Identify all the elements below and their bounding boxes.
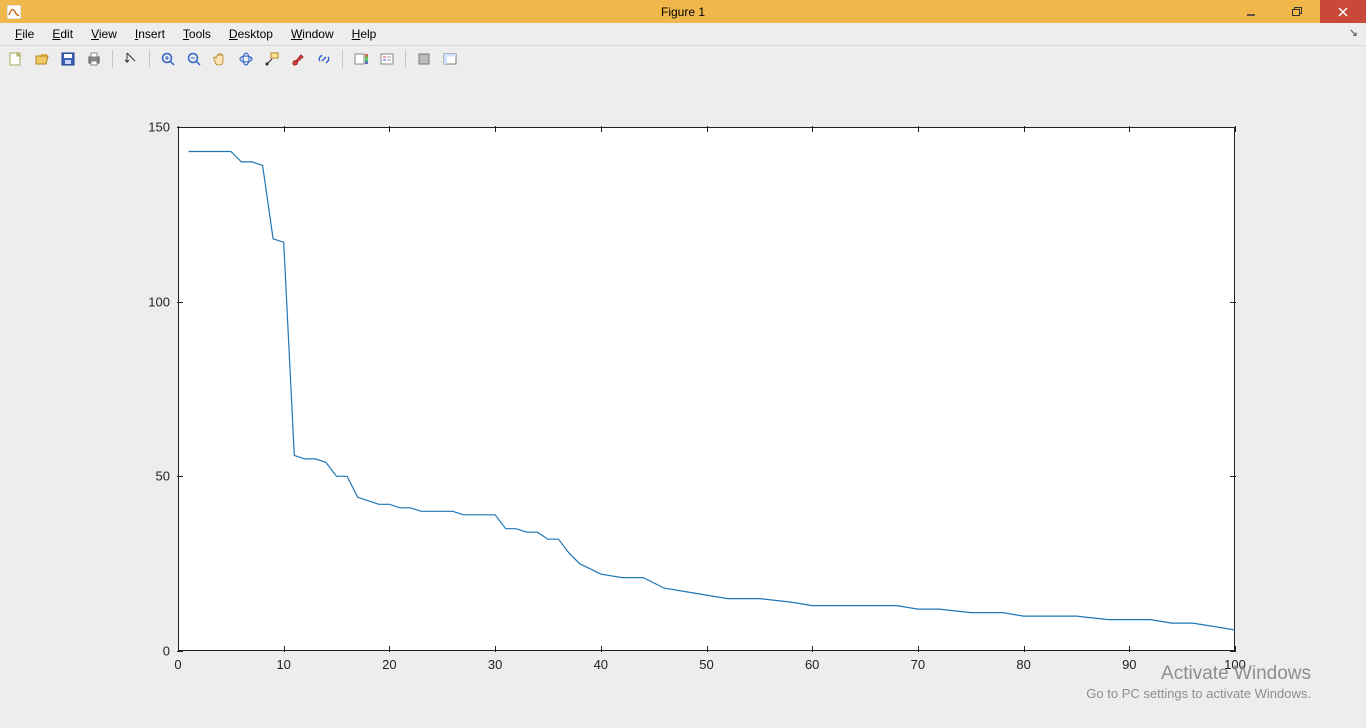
zoom-in-button[interactable] (156, 47, 180, 71)
x-tick-label: 50 (699, 657, 713, 672)
axes[interactable]: 0501001500102030405060708090100 (178, 127, 1235, 651)
menu-edit[interactable]: Edit (43, 25, 82, 43)
print-button[interactable] (82, 47, 106, 71)
x-tick-label: 20 (382, 657, 396, 672)
edit-plot-button[interactable] (119, 47, 143, 71)
x-tick-label: 10 (276, 657, 290, 672)
maximize-restore-button[interactable] (1274, 0, 1320, 23)
menu-insert[interactable]: Insert (126, 25, 174, 43)
dock-chevron-icon[interactable]: ↘ (1349, 26, 1358, 39)
x-tick-label: 80 (1016, 657, 1030, 672)
x-tick-label: 90 (1122, 657, 1136, 672)
window-controls (1228, 0, 1366, 23)
minimize-button[interactable] (1228, 0, 1274, 23)
new-figure-button[interactable] (4, 47, 28, 71)
hide-plot-tools-button[interactable] (412, 47, 436, 71)
y-tick-label: 150 (148, 120, 170, 135)
figure-canvas: 0501001500102030405060708090100 Activate… (0, 71, 1366, 728)
menu-file-label-rest: ile (22, 27, 34, 41)
line-series (178, 127, 1235, 651)
y-tick-label: 100 (148, 294, 170, 309)
toolbar-separator (149, 50, 150, 68)
x-tick-label: 70 (911, 657, 925, 672)
y-tick-label: 0 (163, 644, 170, 659)
x-tick-label: 100 (1224, 657, 1246, 672)
x-tick-label: 30 (488, 657, 502, 672)
zoom-out-button[interactable] (182, 47, 206, 71)
x-tick-label: 60 (805, 657, 819, 672)
menu-tools[interactable]: Tools (174, 25, 220, 43)
figure-toolbar (0, 46, 1366, 73)
toolbar-separator (112, 50, 113, 68)
x-tick-label: 40 (594, 657, 608, 672)
pan-button[interactable] (208, 47, 232, 71)
save-button[interactable] (56, 47, 80, 71)
menu-window[interactable]: Window (282, 25, 343, 43)
x-tick-label: 0 (174, 657, 181, 672)
menu-bar: File Edit View Insert Tools Desktop Wind… (0, 23, 1366, 46)
y-tick-label: 50 (156, 469, 170, 484)
open-button[interactable] (30, 47, 54, 71)
menu-file[interactable]: File (6, 25, 43, 43)
windows-activation-watermark: Activate Windows Go to PC settings to ac… (1086, 662, 1311, 702)
brush-button[interactable] (286, 47, 310, 71)
rotate-3d-button[interactable] (234, 47, 258, 71)
link-plots-button[interactable] (312, 47, 336, 71)
toolbar-separator (405, 50, 406, 68)
data-cursor-button[interactable] (260, 47, 284, 71)
close-button[interactable] (1320, 0, 1366, 23)
watermark-line2: Go to PC settings to activate Windows. (1086, 686, 1311, 702)
insert-colorbar-button[interactable] (349, 47, 373, 71)
toolbar-separator (342, 50, 343, 68)
menu-desktop[interactable]: Desktop (220, 25, 282, 43)
insert-legend-button[interactable] (375, 47, 399, 71)
watermark-line1: Activate Windows (1086, 662, 1311, 686)
matlab-figure-icon (6, 4, 22, 20)
menu-view[interactable]: View (82, 25, 126, 43)
title-bar: Figure 1 (0, 0, 1366, 23)
show-plot-tools-button[interactable] (438, 47, 462, 71)
window-title: Figure 1 (0, 5, 1366, 19)
menu-help[interactable]: Help (343, 25, 386, 43)
